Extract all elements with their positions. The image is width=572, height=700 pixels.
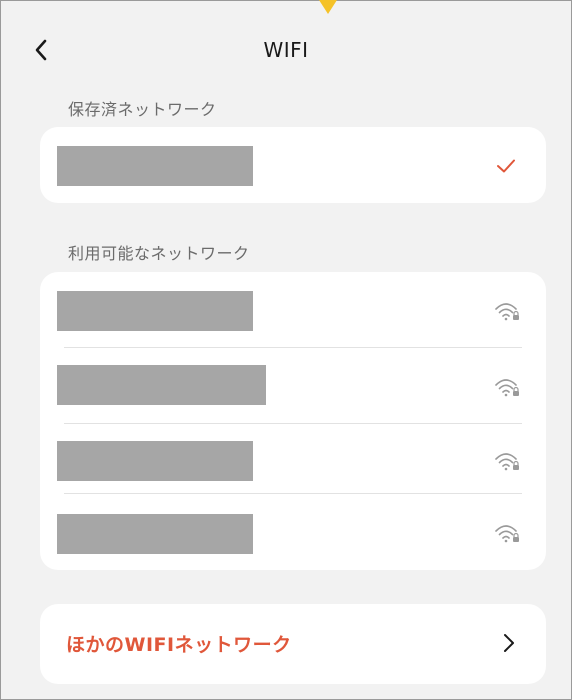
available-networks-label: 利用可能なネットワーク xyxy=(68,244,250,263)
header: WIFI xyxy=(0,22,572,78)
page-title: WIFI xyxy=(263,38,309,62)
network-name-redacted xyxy=(57,514,253,554)
network-row[interactable] xyxy=(40,494,546,570)
network-name-redacted xyxy=(57,365,266,405)
network-row[interactable] xyxy=(40,424,546,494)
wifi-lock-icon xyxy=(495,453,519,471)
network-row[interactable] xyxy=(40,272,546,348)
wifi-lock-icon xyxy=(495,525,519,543)
saved-networks-label: 保存済ネットワーク xyxy=(68,100,217,119)
network-row[interactable] xyxy=(40,348,546,424)
top-marker xyxy=(319,0,337,14)
network-name-redacted xyxy=(57,146,253,186)
other-wifi-network-button[interactable]: ほかのWIFIネットワーク xyxy=(40,604,546,684)
checkmark-icon xyxy=(497,159,515,173)
other-wifi-network-label: ほかのWIFIネットワーク xyxy=(66,634,292,656)
saved-network-row[interactable] xyxy=(40,127,546,203)
wifi-lock-icon xyxy=(495,379,519,397)
saved-networks-card xyxy=(40,127,546,203)
wifi-lock-icon xyxy=(495,303,519,321)
available-networks-card xyxy=(40,272,546,570)
network-name-redacted xyxy=(57,441,253,481)
network-name-redacted xyxy=(57,291,253,331)
chevron-right-icon xyxy=(504,634,514,652)
